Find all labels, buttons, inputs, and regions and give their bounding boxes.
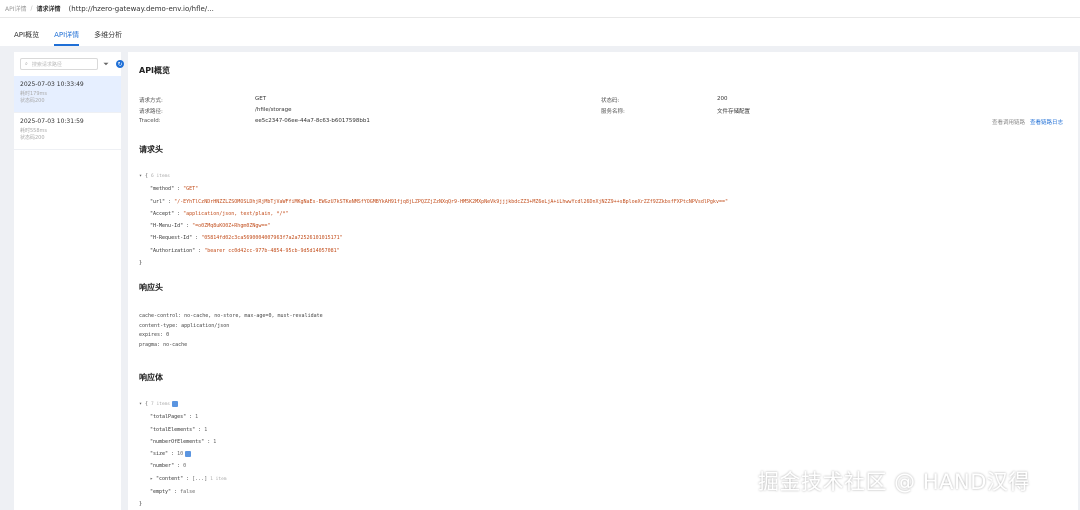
search-icon: ⌕ xyxy=(25,61,28,67)
method-label: 请求方式: xyxy=(139,98,163,104)
request-status: 状态码200 xyxy=(20,98,45,104)
detail-panel: API概览 请求方式: GET 状态码: 200 请求路径: /hfile/st… xyxy=(128,52,1078,510)
service-label: 服务名称: xyxy=(601,109,625,115)
tab-multi-dimension[interactable]: 多维分析 xyxy=(94,30,122,46)
watermark: 掘金技术社区 @ HAND汉得 xyxy=(758,470,1030,494)
view-call-chain-link[interactable]: 查看调用链路 xyxy=(992,118,1025,126)
request-status: 状态码200 xyxy=(20,135,45,141)
service-value: 文件存储配置 xyxy=(717,109,751,115)
path-label: 请求路径: xyxy=(139,109,163,115)
copy-icon[interactable] xyxy=(172,400,179,407)
item-count: 7 items xyxy=(151,402,171,407)
request-duration: 耗时179ms xyxy=(20,91,48,97)
request-time: 2025-07-03 10:31:59 xyxy=(20,118,84,125)
copy-icon[interactable] xyxy=(185,450,192,457)
breadcrumb-current: 请求详情 xyxy=(36,6,61,13)
request-duration: 耗时558ms xyxy=(20,128,48,134)
response-body-json: ▾ { 7 items "totalPages" : 1 "totalEleme… xyxy=(139,400,227,508)
request-list-item[interactable]: 2025-07-03 10:33:49 耗时179ms 状态码200 xyxy=(14,76,121,113)
filter-icon[interactable]: ⏷ xyxy=(101,58,111,70)
collapse-toggle[interactable]: ▾ { xyxy=(139,401,148,407)
status-value: 200 xyxy=(717,96,728,102)
request-headers-json: ▾ { 6 items "method" : "GET" "url" : "/-… xyxy=(139,173,728,267)
trace-label: TraceId: xyxy=(139,118,161,124)
response-headers-text: cache-control: no-cache, no-store, max-a… xyxy=(139,313,323,348)
tab-api-detail[interactable]: API详情 xyxy=(54,30,80,46)
method-value: GET xyxy=(255,96,267,102)
breadcrumb-parent[interactable]: API详情 xyxy=(5,4,27,13)
tab-bar: API概览 API详情 多维分析 xyxy=(0,18,1080,46)
refresh-icon[interactable]: ↻ xyxy=(116,60,124,68)
view-trace-log-link[interactable]: 查看链路日志 xyxy=(1030,118,1063,126)
request-headers-title: 请求头 xyxy=(139,145,163,154)
status-label: 状态码: xyxy=(601,98,620,104)
collapse-toggle[interactable]: ▾ { xyxy=(139,173,148,179)
search-placeholder: 搜索请求路径 xyxy=(31,61,62,68)
request-url: (http://hzero-gateway.demo-env.io/hfle/.… xyxy=(68,4,214,13)
breadcrumb: API详情 / 请求详情 (http://hzero-gateway.demo-… xyxy=(0,0,1080,18)
request-list-item[interactable]: 2025-07-03 10:31:59 耗时558ms 状态码200 xyxy=(14,113,121,150)
item-count: 6 items xyxy=(151,174,171,179)
response-body-title: 响应体 xyxy=(139,373,163,382)
request-list-sidebar: ⌕ 搜索请求路径 ⏷ ↻ 2025-07-03 10:33:49 耗时179ms… xyxy=(14,52,124,510)
path-value: /hfile/storage xyxy=(255,107,292,113)
trace-value: ee5c2347-06ee-44a7-8c63-b6017598bb1 xyxy=(255,118,370,124)
breadcrumb-separator: / xyxy=(30,5,33,12)
response-headers-title: 响应头 xyxy=(139,283,163,292)
search-input[interactable]: ⌕ 搜索请求路径 xyxy=(20,58,98,70)
tab-api-overview[interactable]: API概览 xyxy=(14,30,39,46)
overview-title: API概览 xyxy=(139,66,171,75)
request-time: 2025-07-03 10:33:49 xyxy=(20,81,84,88)
